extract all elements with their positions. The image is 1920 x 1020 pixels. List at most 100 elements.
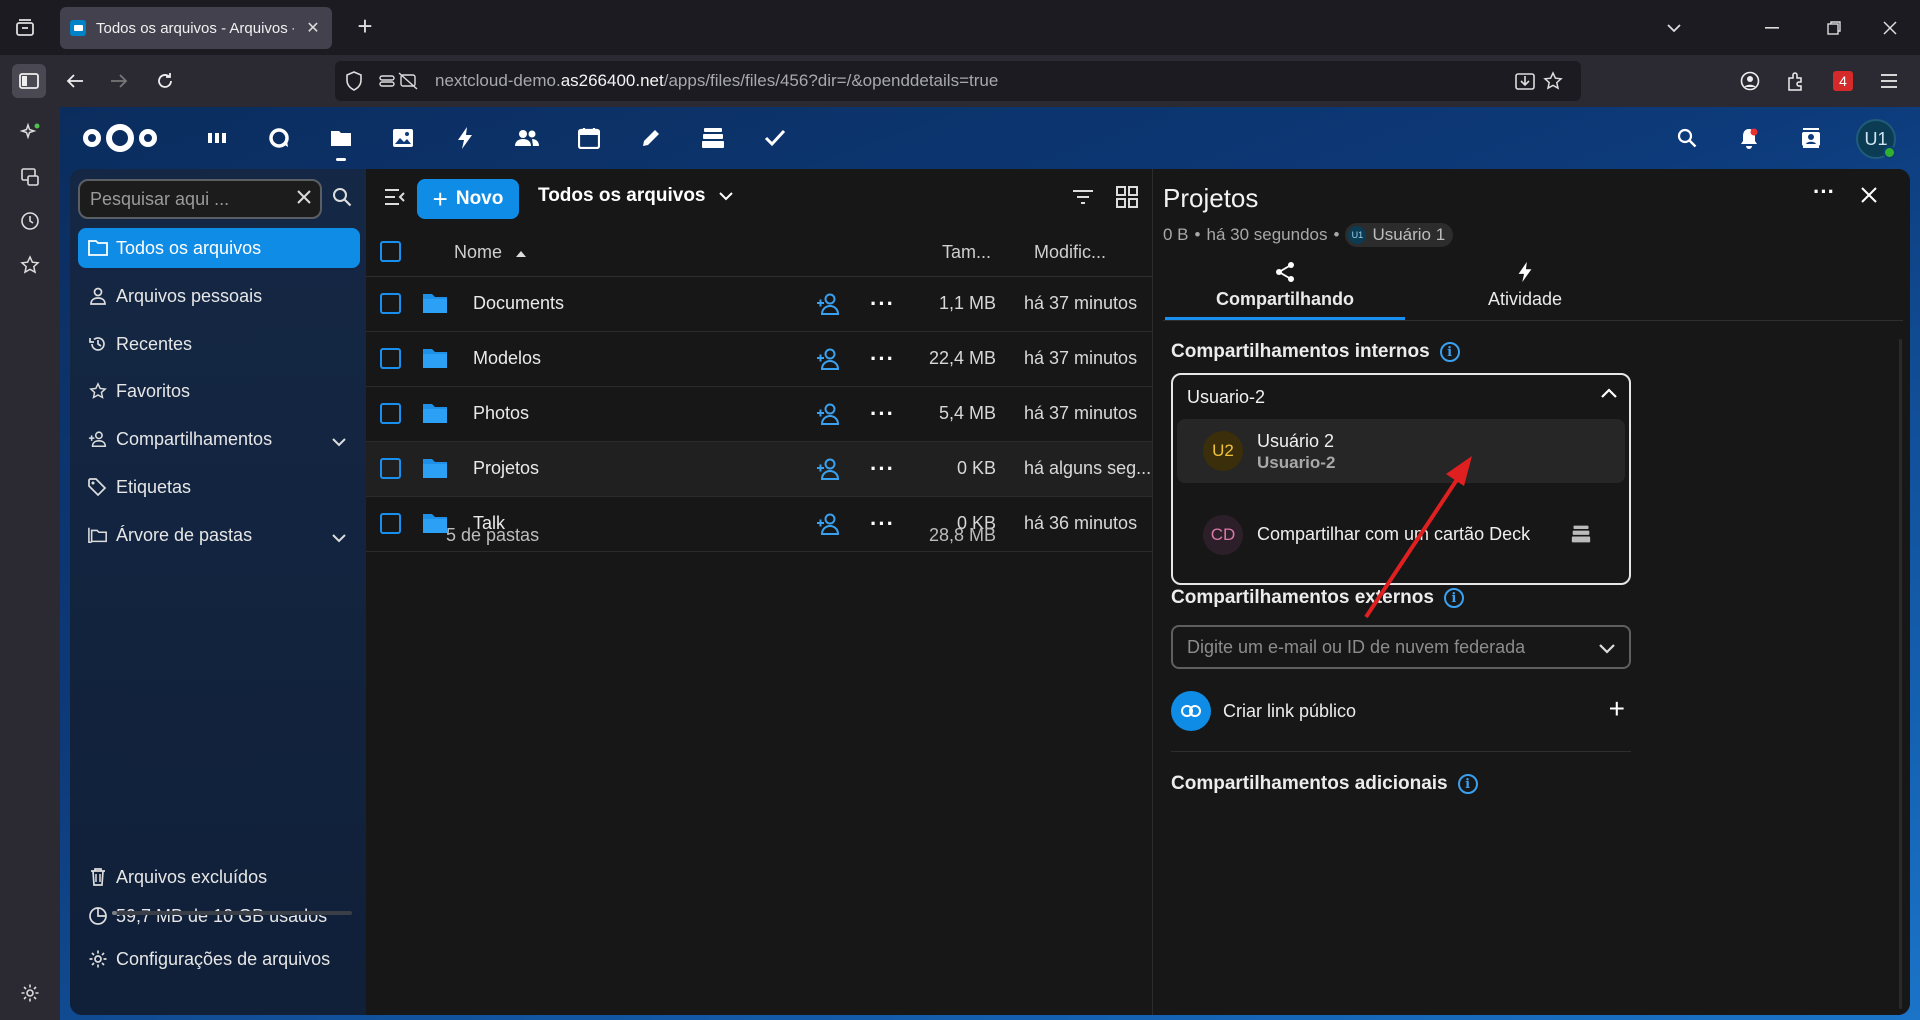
row-checkbox[interactable] xyxy=(380,403,401,424)
bookmarks-icon[interactable] xyxy=(18,253,42,277)
account-icon[interactable] xyxy=(1733,64,1767,98)
sort-by-modified[interactable]: Modific... xyxy=(1034,242,1106,263)
sidebar-toggle-icon[interactable] xyxy=(12,64,46,98)
nav-item-tags[interactable]: Etiquetas xyxy=(78,467,360,507)
nav-item-folder-tree[interactable]: Árvore de pastas xyxy=(78,515,360,555)
contacts-icon[interactable] xyxy=(514,125,540,151)
nav-item-personal-files[interactable]: Arquivos pessoais xyxy=(78,276,360,316)
nextcloud-logo-icon[interactable] xyxy=(82,121,158,155)
minimize-icon[interactable] xyxy=(1742,0,1802,55)
list-all-tabs-icon[interactable] xyxy=(1644,0,1704,55)
chevron-down-icon[interactable] xyxy=(332,431,346,452)
talk-icon[interactable] xyxy=(266,125,292,151)
browser-tab-active[interactable]: Todos os arquivos - Arquivos - N ✕ xyxy=(60,7,332,49)
row-actions-icon[interactable]: ··· xyxy=(870,401,895,427)
nav-item-shares[interactable]: Compartilhamentos xyxy=(78,419,360,459)
info-icon[interactable]: i xyxy=(1457,774,1478,794)
forward-icon[interactable] xyxy=(102,64,136,98)
row-checkbox[interactable] xyxy=(380,293,401,314)
activity-icon[interactable] xyxy=(452,125,478,151)
filter-search-input[interactable] xyxy=(90,188,285,210)
nav-item-file-settings[interactable]: Configurações de arquivos xyxy=(78,939,360,979)
external-share-field[interactable] xyxy=(1171,625,1631,669)
row-actions-icon[interactable]: ··· xyxy=(870,346,895,372)
shield-icon[interactable] xyxy=(345,71,363,96)
sort-by-name[interactable]: Nome xyxy=(454,242,527,263)
sort-by-size[interactable]: Tam... xyxy=(942,242,991,263)
new-tab-button[interactable]: + xyxy=(350,12,380,42)
sidebar-scrollbar[interactable] xyxy=(1899,339,1902,1009)
row-checkbox[interactable] xyxy=(380,458,401,479)
unified-search-icon[interactable] xyxy=(1672,123,1702,153)
notes-icon[interactable] xyxy=(638,125,664,151)
deck-icon[interactable] xyxy=(700,125,726,151)
site-permissions-icon[interactable] xyxy=(379,72,419,95)
owner-chip[interactable]: U1 Usuário 1 xyxy=(1345,223,1454,247)
filter-icon[interactable] xyxy=(1072,189,1094,210)
share-recipient-select[interactable]: Usuario-2 U2 Usuário 2 Usuario-2 CD Comp… xyxy=(1171,373,1631,585)
create-public-link-row[interactable]: Criar link público + xyxy=(1171,689,1631,733)
share-icon[interactable] xyxy=(816,457,842,481)
restore-icon[interactable] xyxy=(1804,0,1864,55)
customize-sidebar-icon[interactable] xyxy=(18,981,42,1005)
share-icon[interactable] xyxy=(816,347,842,371)
share-search-input[interactable]: Usuario-2 xyxy=(1187,387,1265,408)
tab-activity[interactable]: Atividade xyxy=(1405,261,1645,321)
reload-icon[interactable] xyxy=(148,64,182,98)
address-bar[interactable]: nextcloud-demo.as266400.net/apps/files/f… xyxy=(335,61,1581,101)
clear-search-icon[interactable] xyxy=(296,188,312,211)
contacts-menu-icon[interactable] xyxy=(1796,123,1826,153)
row-actions-icon[interactable]: ··· xyxy=(870,291,895,317)
synced-tabs-icon[interactable] xyxy=(18,165,42,189)
ai-chatbot-icon[interactable] xyxy=(18,121,42,145)
extension-badge-button[interactable]: 4 xyxy=(1826,64,1860,98)
close-tab-icon[interactable]: ✕ xyxy=(304,18,322,38)
nav-item-favorites[interactable]: Favoritos xyxy=(78,371,360,411)
row-actions-icon[interactable]: ··· xyxy=(870,456,895,482)
add-public-link-icon[interactable]: + xyxy=(1609,693,1625,725)
share-icon[interactable] xyxy=(816,402,842,426)
file-name[interactable]: Projetos xyxy=(473,458,539,479)
row-checkbox[interactable] xyxy=(380,348,401,369)
filter-search-box[interactable] xyxy=(78,179,322,219)
external-share-input[interactable] xyxy=(1187,636,1587,658)
table-row[interactable]: Projetos ··· 0 KB há alguns seg... xyxy=(366,442,1152,497)
chevron-down-icon[interactable] xyxy=(332,527,346,548)
tasks-icon[interactable] xyxy=(762,125,788,151)
menu-icon[interactable] xyxy=(1872,64,1906,98)
breadcrumb[interactable]: Todos os arquivos xyxy=(538,185,733,207)
collapse-navigation-icon[interactable] xyxy=(384,189,406,210)
option-deck-card[interactable]: CD Compartilhar com um cartão Deck xyxy=(1177,503,1625,567)
history-icon[interactable] xyxy=(18,209,42,233)
dashboard-icon[interactable] xyxy=(204,125,230,151)
info-icon[interactable]: i xyxy=(1439,342,1460,362)
install-page-icon[interactable] xyxy=(1515,71,1535,96)
nav-item-recent[interactable]: Recentes xyxy=(78,324,360,364)
close-sidebar-icon[interactable] xyxy=(1861,187,1877,208)
notifications-icon[interactable] xyxy=(1734,123,1764,153)
extensions-icon[interactable] xyxy=(1779,64,1813,98)
search-icon[interactable] xyxy=(332,187,356,211)
chevron-down-icon[interactable] xyxy=(1599,641,1615,659)
user-avatar[interactable]: U1 xyxy=(1856,119,1896,159)
grid-view-icon[interactable] xyxy=(1116,186,1138,213)
files-icon[interactable] xyxy=(328,125,354,161)
bookmark-star-icon[interactable] xyxy=(1543,71,1563,96)
more-actions-icon[interactable]: ··· xyxy=(1813,179,1835,205)
option-user-2[interactable]: U2 Usuário 2 Usuario-2 xyxy=(1177,419,1625,483)
select-all-checkbox[interactable] xyxy=(380,241,401,262)
file-name[interactable]: Documents xyxy=(473,293,564,314)
photos-icon[interactable] xyxy=(390,125,416,151)
tab-sharing[interactable]: Compartilhando xyxy=(1165,261,1405,321)
calendar-icon[interactable] xyxy=(576,125,602,151)
file-name[interactable]: Modelos xyxy=(473,348,541,369)
info-icon[interactable]: i xyxy=(1443,588,1464,608)
nav-item-trash[interactable]: Arquivos excluídos xyxy=(78,857,360,897)
chevron-up-icon[interactable] xyxy=(1601,385,1617,403)
nav-item-all-files[interactable]: Todos os arquivos xyxy=(78,228,360,268)
table-row[interactable]: Modelos ··· 22,4 MB há 37 minutos xyxy=(366,332,1152,387)
share-icon[interactable] xyxy=(816,292,842,316)
close-window-icon[interactable] xyxy=(1860,0,1920,55)
table-row[interactable]: Photos ··· 5,4 MB há 37 minutos xyxy=(366,387,1152,442)
new-button[interactable]: + Novo xyxy=(417,179,519,219)
